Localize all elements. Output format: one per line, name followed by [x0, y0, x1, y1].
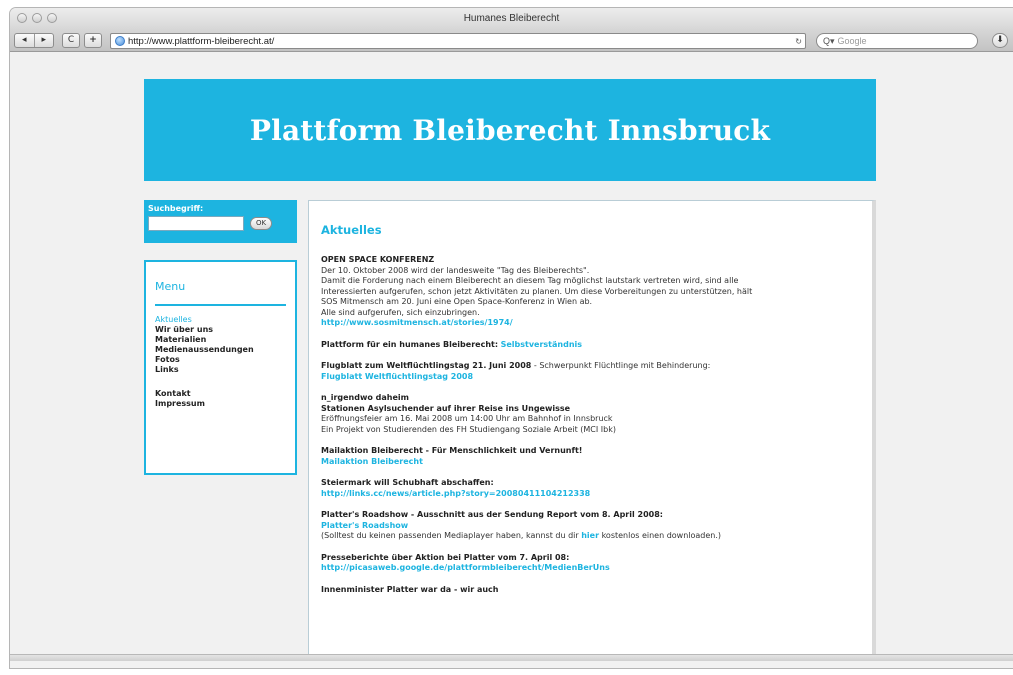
site-title: Plattform Bleiberecht Innsbruck: [249, 113, 771, 147]
news-text-line: SOS Mitmensch am 20. Juni eine Open Spac…: [321, 297, 593, 306]
forward-button[interactable]: ▸: [35, 34, 54, 47]
menu-item-medienaussendungen[interactable]: Medienaussendungen: [155, 345, 286, 355]
menu-item-materialien[interactable]: Materialien: [155, 335, 286, 345]
news-text-line: Interessierten aufgerufen, schon jetzt A…: [321, 286, 753, 296]
site-search-box: Suchbegriff: OK: [144, 200, 297, 243]
news-title: Mailaktion Bleiberecht - Für Menschlichk…: [321, 446, 583, 455]
address-bar[interactable]: http://www.plattform-bleiberecht.at/ ↻: [110, 33, 806, 49]
globe-icon: [115, 36, 125, 46]
search-placeholder: Google: [837, 36, 867, 46]
news-item: Plattform für ein humanes Bleiberecht: S…: [321, 340, 860, 351]
menu-item-aktuelles[interactable]: Aktuelles: [155, 315, 286, 325]
news-note-link[interactable]: hier: [581, 531, 599, 540]
news-text-line: Alle sind aufgerufen, sich einzubringen.: [321, 307, 480, 317]
news-text-line: Der 10. Oktober 2008 wird der landesweit…: [321, 265, 590, 275]
page-viewport: Plattform Bleiberecht Innsbruck Suchbegr…: [10, 53, 1013, 661]
menu-item-kontakt[interactable]: Kontakt: [155, 389, 286, 399]
news-item: Mailaktion Bleiberecht - Für Menschlichk…: [321, 446, 860, 467]
news-item: Platter's Roadshow - Ausschnitt aus der …: [321, 510, 860, 542]
menu-item-fotos[interactable]: Fotos: [155, 355, 286, 365]
news-item: OPEN SPACE KONFERENZ Der 10. Oktober 200…: [321, 255, 860, 329]
content-heading: Aktuelles: [321, 223, 382, 237]
news-text-line: Ein Projekt von Studierenden des FH Stud…: [321, 424, 616, 434]
main-content: Aktuelles OPEN SPACE KONFERENZ Der 10. O…: [308, 200, 876, 661]
news-title: Steiermark will Schubhaft abschaffen:: [321, 478, 494, 487]
window-title: Humanes Bleiberecht: [463, 13, 560, 24]
news-title: Plattform für ein humanes Bleiberecht:: [321, 339, 499, 349]
site-banner: Plattform Bleiberecht Innsbruck: [144, 79, 876, 181]
url-text: http://www.plattform-bleiberecht.at/: [128, 35, 275, 47]
browser-toolbar: ◂ ▸ C + http://www.plattform-bleiberecht…: [10, 30, 1013, 52]
menu-item-wir-ueber-uns[interactable]: Wir über uns: [155, 325, 286, 335]
news-title: Presseberichte über Aktion bei Platter v…: [321, 552, 570, 562]
news-title-suffix: - Schwerpunkt Flüchtlinge mit Behinderun…: [531, 361, 711, 370]
title-bar: Humanes Bleiberecht: [10, 8, 1013, 30]
news-link[interactable]: http://www.sosmitmensch.at/stories/1974/: [321, 318, 860, 329]
add-bookmark-button[interactable]: +: [84, 33, 102, 48]
reload-button[interactable]: C: [62, 33, 80, 48]
site-search-input[interactable]: [148, 216, 244, 231]
news-title: Flugblatt zum Weltflüchtlingstag 21. Jun…: [321, 361, 532, 370]
bookmarks-button[interactable]: ⬇: [992, 33, 1008, 48]
search-icon: Q▾: [823, 35, 835, 46]
go-icon[interactable]: ↻: [795, 37, 802, 46]
news-link[interactable]: Mailaktion Bleiberecht: [321, 457, 860, 468]
news-link[interactable]: http://links.cc/news/article.php?story=2…: [321, 489, 860, 500]
news-note: (Solltest du keinen passenden Mediaplaye…: [321, 531, 582, 540]
news-link[interactable]: http://picasaweb.google.de/plattformblei…: [321, 563, 860, 574]
search-bar[interactable]: Q▾ Google: [816, 33, 978, 49]
search-ok-button[interactable]: OK: [250, 217, 272, 230]
news-subtitle: Stationen Asylsuchender auf ihrer Reise …: [321, 403, 571, 413]
news-item: Steiermark will Schubhaft abschaffen: ht…: [321, 478, 860, 499]
back-forward-buttons: ◂ ▸: [14, 33, 54, 48]
news-title: OPEN SPACE KONFERENZ: [321, 255, 435, 264]
news-item: Flugblatt zum Weltflüchtlingstag 21. Jun…: [321, 361, 860, 382]
news-title: Innenminister Platter war da - wir auch: [321, 584, 499, 594]
menu-divider: [155, 304, 286, 306]
news-title: Platter's Roadshow - Ausschnitt aus der …: [321, 510, 663, 519]
news-note-end: kostenlos einen downloaden.): [599, 531, 722, 540]
menu-item-links[interactable]: Links: [155, 365, 286, 375]
menu-spacer: [155, 375, 286, 389]
news-item: Presseberichte über Aktion bei Platter v…: [321, 553, 860, 574]
news-link[interactable]: Flugblatt Weltflüchtlingstag 2008: [321, 372, 860, 383]
menu-list: Aktuelles Wir über uns Materialien Medie…: [155, 315, 286, 409]
menu-box: Menu Aktuelles Wir über uns Materialien …: [144, 260, 297, 475]
news-link[interactable]: Selbstverständnis: [501, 340, 582, 349]
news-text-line: Eröffnungsfeier am 16. Mai 2008 um 14:00…: [321, 414, 613, 423]
news-item: Innenminister Platter war da - wir auch: [321, 585, 860, 596]
menu-item-impressum[interactable]: Impressum: [155, 399, 286, 409]
news-title: n_irgendwo daheim: [321, 393, 409, 402]
horizontal-scrollbar[interactable]: [10, 654, 1013, 661]
news-item: n_irgendwo daheim Stationen Asylsuchende…: [321, 393, 860, 435]
news-text-line: Damit die Forderung nach einem Bleiberec…: [321, 276, 739, 285]
search-label: Suchbegriff:: [148, 204, 204, 213]
menu-title: Menu: [155, 280, 186, 293]
back-button[interactable]: ◂: [15, 34, 35, 47]
browser-window: Humanes Bleiberecht ◂ ▸ C + http://www.p…: [10, 8, 1013, 668]
news-link[interactable]: Platter's Roadshow: [321, 521, 860, 532]
